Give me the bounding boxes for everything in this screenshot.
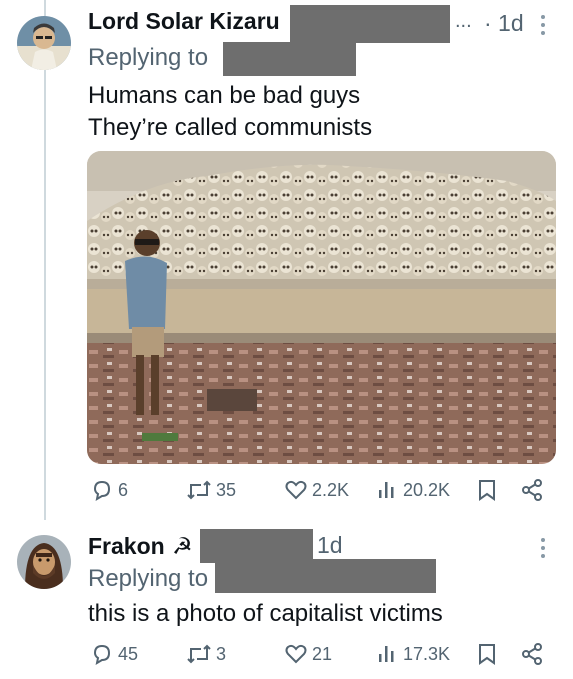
- replying-to-label: Replying to: [88, 565, 209, 592]
- share-icon: [522, 643, 542, 665]
- views-count: 17.3K: [403, 643, 451, 664]
- hammer-sickle-flag: ☭: [172, 533, 193, 559]
- bookmark-icon: [479, 644, 495, 665]
- tweet-2[interactable]: Frakon ☭ 1d Replying to this is a photo …: [0, 520, 573, 679]
- author-name[interactable]: Lord Solar Kizaru: [88, 8, 280, 35]
- like-button[interactable]: 2.2K: [284, 478, 349, 502]
- share-icon: [522, 479, 542, 501]
- views-count: 20.2K: [403, 479, 451, 500]
- views-button[interactable]: 17.3K: [377, 642, 450, 666]
- repost-button[interactable]: 3: [186, 642, 226, 666]
- ellipsis-text: ...: [455, 10, 472, 32]
- avatar[interactable]: [17, 535, 71, 589]
- redacted-replying-handle: [223, 42, 356, 76]
- redacted-handle: [290, 5, 450, 43]
- attached-photo[interactable]: [87, 151, 556, 464]
- tweet-actions: 6 35 2.2K 20.2K: [0, 478, 573, 508]
- like-count: 21: [312, 643, 333, 664]
- photo-image: [87, 151, 556, 464]
- repost-button[interactable]: 35: [186, 478, 236, 502]
- bookmark-button[interactable]: [477, 478, 497, 502]
- tweet-1[interactable]: Lord Solar Kizaru ... · 1d Replying to H…: [0, 0, 573, 520]
- repost-icon: [187, 480, 211, 500]
- like-icon: [285, 644, 307, 664]
- tweet-text-line-2: They’re called communists: [88, 114, 373, 141]
- bookmark-icon: [479, 480, 495, 501]
- bookmark-button[interactable]: [477, 642, 497, 666]
- author-name[interactable]: Frakon: [88, 533, 165, 560]
- redacted-handle: [200, 529, 313, 563]
- tweet-text-line-1: Humans can be bad guys: [88, 82, 361, 109]
- like-button[interactable]: 21: [284, 642, 332, 666]
- more-options-icon[interactable]: [539, 537, 547, 565]
- repost-count: 35: [216, 479, 237, 500]
- repost-icon: [187, 644, 211, 664]
- reply-button[interactable]: 45: [90, 642, 138, 666]
- reply-count: 6: [118, 479, 129, 500]
- like-icon: [285, 480, 307, 500]
- repost-count: 3: [216, 643, 227, 664]
- timestamp[interactable]: · 1d: [484, 10, 524, 37]
- views-icon: [379, 482, 394, 498]
- reply-count: 45: [118, 643, 139, 664]
- tweet-text-line-1: this is a photo of capitalist victims: [88, 600, 443, 627]
- views-icon: [379, 646, 394, 662]
- views-button[interactable]: 20.2K: [377, 478, 450, 502]
- tweet-actions: 45 3 21 17.3K: [0, 642, 573, 672]
- timestamp[interactable]: 1d: [317, 532, 343, 559]
- reply-icon: [93, 480, 111, 502]
- replying-to-label: Replying to: [88, 44, 209, 71]
- like-count: 2.2K: [312, 479, 350, 500]
- reply-icon: [93, 644, 111, 666]
- reply-button[interactable]: 6: [90, 478, 128, 502]
- share-button[interactable]: [520, 478, 544, 502]
- avatar[interactable]: [17, 16, 71, 70]
- share-button[interactable]: [520, 642, 544, 666]
- redacted-replying-handle: [215, 559, 436, 593]
- more-options-icon[interactable]: [539, 14, 547, 42]
